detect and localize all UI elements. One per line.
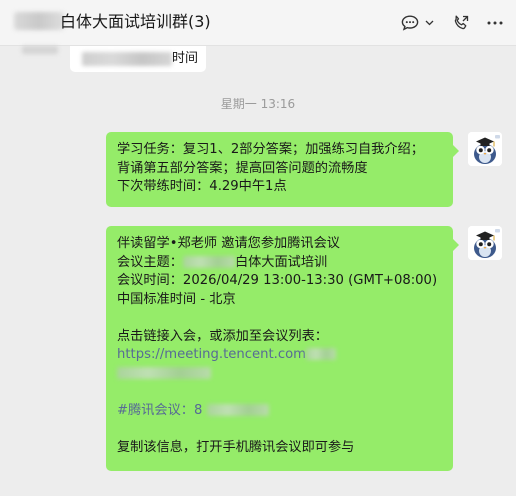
message-bubble[interactable]: 伴读留学•郑老师 邀请您参加腾讯会议 会议主题： 白体大面试培训 会议时间：202… [106, 226, 459, 471]
previous-message-text: 时间 [172, 51, 199, 66]
phone-icon[interactable] [450, 12, 472, 34]
blurred-title-prefix [14, 12, 64, 30]
message-line: 中国标准时间 - 北京 [117, 291, 236, 307]
chat-bubble-more-icon[interactable] [399, 12, 421, 34]
message-line: https://meeting.tencent.com [117, 346, 442, 365]
chat-title: 白体大面试培训群(3) [60, 12, 211, 31]
blurred-text [306, 348, 336, 360]
message-bubble[interactable]: 学习任务：复习1、2部分答案；加强练习自我介绍； 背诵第五部分答案；提高回答问题… [106, 132, 459, 207]
more-icon[interactable] [484, 12, 506, 34]
message-line: 学习任务：复习1、2部分答案；加强练习自我介绍； [117, 142, 424, 157]
avatar[interactable] [468, 226, 502, 260]
message-line: #腾讯会议：8 [117, 402, 442, 421]
owl-avatar-icon [468, 226, 502, 260]
blurred-text [82, 52, 172, 66]
message-line: 会议时间：2026/04/29 13:00-13:30 (GMT+08:00) [117, 273, 438, 288]
meeting-link[interactable]: https://meeting.tencent.com [117, 347, 306, 362]
meeting-id-label[interactable]: #腾讯会议：8 [117, 403, 202, 418]
topic-prefix: 会议主题： [117, 254, 183, 270]
avatar[interactable] [468, 132, 502, 166]
message-line: 复制该信息，打开手机腾讯会议即可参与 [117, 439, 355, 455]
message-line: 会议主题： 白体大面试培训 [117, 254, 442, 273]
message-line: 伴读留学•郑老师 邀请您参加腾讯会议 [117, 236, 340, 251]
message-timestamp: 星期一 13:16 [220, 97, 296, 111]
blurred-text [182, 255, 235, 268]
blurred-text [117, 366, 211, 379]
topic-suffix: 白体大面试培训 [234, 254, 328, 270]
chevron-down-icon[interactable] [423, 12, 435, 34]
message-line [117, 365, 442, 384]
chat-header: 白体大面试培训群(3) [0, 0, 516, 46]
message-line: 背诵第五部分答案；提高回答问题的流畅度 [117, 160, 368, 176]
owl-avatar-icon [468, 132, 502, 166]
message-line: 下次带练时间：4.29中午1点 [117, 179, 287, 194]
chat-area[interactable]: 时间 星期一 13:16 学习任务：复习1、2部分答案；加强练习自我介绍； 背诵… [0, 46, 516, 496]
previous-message-bubble[interactable]: 时间 [70, 46, 206, 72]
message-line: 点击链接入会，或添加至会议列表： [117, 328, 328, 344]
blurred-text [206, 403, 269, 416]
blurred-sender-avatar [22, 46, 58, 54]
